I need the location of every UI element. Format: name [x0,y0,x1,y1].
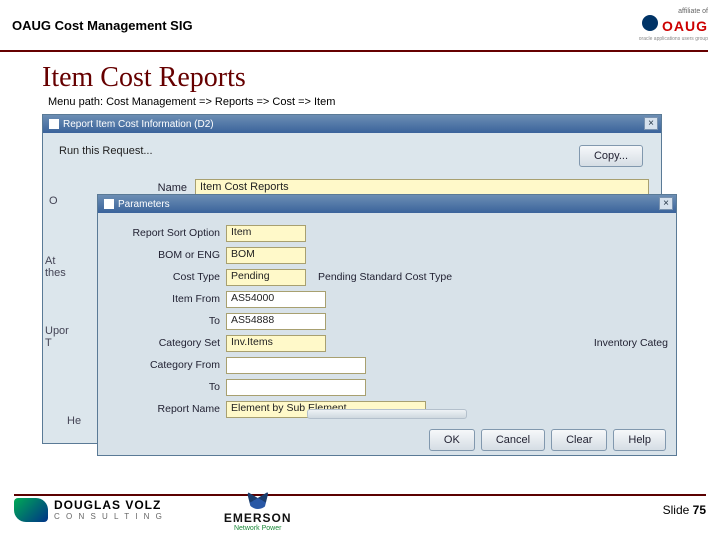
emerson-logo: EMERSON Network Power [224,487,292,532]
section-label: Run this Request... [59,145,153,157]
close-icon[interactable]: × [644,117,658,130]
bom-label: BOM or ENG [106,249,226,261]
page-title: Item Cost Reports [0,52,720,96]
itemfrom-label: Item From [106,293,226,305]
truncated-text: At thes [45,255,66,279]
oaug-icon [642,15,658,31]
catset-label: Category Set [106,337,226,349]
bom-field[interactable]: BOM [226,247,306,264]
catset-desc: Inventory Categ [338,337,668,349]
close-icon[interactable]: × [659,197,673,210]
footer: DOUGLAS VOLZC O N S U L T I N G EMERSON … [0,487,720,532]
catto-field[interactable] [226,379,366,396]
window-titlebar[interactable]: Parameters × [98,195,676,213]
sort-label: Report Sort Option [106,227,226,239]
name-label: Name [55,182,195,194]
catset-field[interactable]: Inv.Items [226,335,326,352]
slide-number: Slide 75 [663,503,706,517]
scrollbar[interactable] [307,409,467,419]
affiliate-label: affiliate of [639,8,708,15]
oaug-brand: OAUG [662,18,708,34]
dv-name: DOUGLAS VOLZ [54,498,161,512]
clear-button[interactable]: Clear [551,429,607,451]
truncated-text: O [49,195,58,207]
ok-button[interactable]: OK [429,429,475,451]
window-icon [104,199,114,209]
oaug-logo: affiliate of OAUG oracle applications us… [639,8,708,42]
window-titlebar[interactable]: Report Item Cost Information (D2) × [43,115,661,133]
reportname-label: Report Name [106,403,226,415]
emerson-sub: Network Power [224,525,292,532]
truncated-text: Upor T [45,325,69,349]
window-title-text: Parameters [118,199,170,210]
catto-label: To [106,381,226,393]
douglas-volz-logo: DOUGLAS VOLZC O N S U L T I N G [14,498,164,522]
flex-field[interactable] [226,423,426,424]
itemfrom-field[interactable]: AS54000 [226,291,326,308]
menu-path: Menu path: Cost Management => Reports =>… [0,96,720,114]
window-title-text: Report Item Cost Information (D2) [63,119,214,130]
cancel-button[interactable]: Cancel [481,429,545,451]
costtype-desc: Pending Standard Cost Type [318,271,452,283]
itemto-label: To [106,315,226,327]
copy-button[interactable]: Copy... [579,145,643,167]
catfrom-label: Category From [106,359,226,371]
help-button[interactable]: Help [613,429,666,451]
emerson-name: EMERSON [224,511,292,525]
button-bar: OK Cancel Clear Help [98,425,676,455]
emerson-icon [247,487,269,509]
parameters-window: Parameters × Report Sort OptionItem BOM … [97,194,677,456]
sig-title: OAUG Cost Management SIG [12,18,193,33]
dv-icon [14,498,48,522]
costtype-label: Cost Type [106,271,226,283]
screenshot-area: Report Item Cost Information (D2) × Run … [42,114,700,454]
sort-field[interactable]: Item [226,225,306,242]
catfrom-field[interactable] [226,357,366,374]
oaug-subtitle: oracle applications users group [639,36,708,42]
itemto-field[interactable]: AS54888 [226,313,326,330]
truncated-text: He [67,415,81,427]
costtype-field[interactable]: Pending [226,269,306,286]
dv-sub: C O N S U L T I N G [54,512,164,521]
window-icon [49,119,59,129]
